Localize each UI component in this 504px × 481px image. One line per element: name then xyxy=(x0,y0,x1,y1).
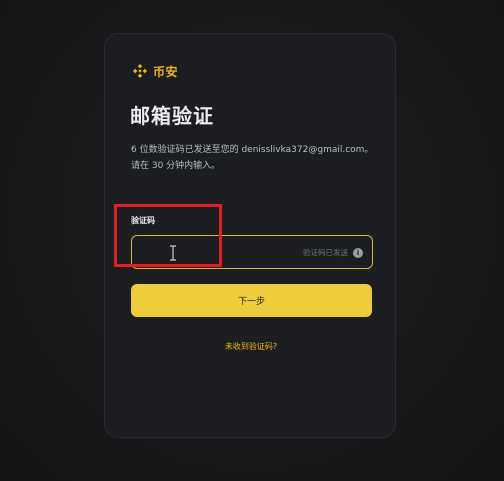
binance-logo-icon xyxy=(133,64,147,78)
code-field-label: 验证码 xyxy=(131,216,155,225)
verification-code-input[interactable]: 验证码已发送 i xyxy=(131,235,373,269)
resend-code-link[interactable]: 未收到验证码? xyxy=(105,341,397,352)
page-description: 6 位数验证码已发送至您的 denisslivka372@gmail.com。请… xyxy=(131,145,374,171)
brand-name: 币安 xyxy=(153,64,179,79)
brand-logo: 币安 xyxy=(131,62,178,80)
code-sent-hint: 验证码已发送 xyxy=(303,248,348,257)
info-icon[interactable]: i xyxy=(353,248,363,258)
next-step-button[interactable]: 下一步 xyxy=(131,284,372,317)
page-title: 邮箱验证 xyxy=(130,104,214,128)
text-cursor-icon xyxy=(170,245,176,261)
verification-card: 币安 邮箱验证 6 位数验证码已发送至您的 denisslivka372@gma… xyxy=(104,33,396,438)
